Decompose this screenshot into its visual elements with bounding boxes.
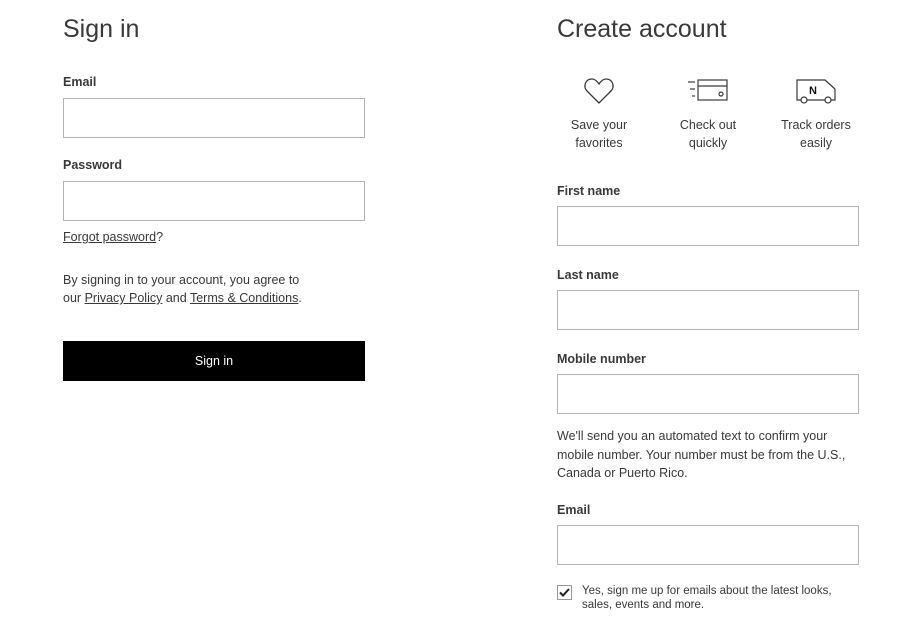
- benefit-line1: Track orders: [781, 118, 851, 132]
- agree-text: By signing in to your account, you agree…: [63, 271, 363, 307]
- forgot-password: Forgot password?: [63, 228, 163, 246]
- last-name-input[interactable]: [557, 290, 859, 330]
- delivery-truck-icon: N: [796, 79, 836, 104]
- terms-link[interactable]: Terms & Conditions: [190, 291, 298, 305]
- mobile-note: We'll send you an automated text to conf…: [557, 429, 846, 480]
- agree-period: .: [298, 291, 302, 305]
- checkmark-icon: [559, 588, 570, 597]
- newsletter-line2: sales, events and more.: [582, 599, 705, 611]
- newsletter-line1: Yes, sign me up for emails about the lat…: [582, 585, 832, 597]
- svg-text:N: N: [809, 85, 817, 97]
- privacy-policy-link[interactable]: Privacy Policy: [85, 291, 163, 305]
- agree-prefix: By signing in to your account, you agree…: [63, 273, 300, 287]
- newsletter-checkbox[interactable]: [557, 585, 572, 600]
- signin-email-input[interactable]: [63, 98, 365, 138]
- password-input[interactable]: [63, 181, 365, 221]
- agree-our: our: [63, 291, 82, 305]
- sign-in-button[interactable]: Sign in: [63, 341, 365, 381]
- benefit-line2: quickly: [688, 136, 728, 150]
- create-account-title: Create account: [557, 15, 727, 43]
- first-name-input[interactable]: [557, 206, 859, 246]
- create-email-input[interactable]: [557, 525, 859, 565]
- first-name-label: First name: [557, 184, 621, 198]
- benefit-checkout: Check out quickly: [653, 76, 763, 152]
- forgot-password-link[interactable]: Forgot password: [63, 230, 156, 244]
- heart-icon: [584, 78, 614, 104]
- mobile-label: Mobile number: [557, 352, 646, 366]
- benefit-line1: Save your: [570, 118, 628, 132]
- newsletter-text: Yes, sign me up for emails about the lat…: [582, 584, 832, 612]
- benefit-line2: easily: [800, 136, 832, 150]
- forgot-q: ?: [156, 230, 164, 244]
- agree-and: and: [165, 291, 187, 305]
- signin-title: Sign in: [63, 15, 140, 43]
- benefit-line2: favorites: [575, 136, 623, 150]
- password-label: Password: [63, 158, 123, 172]
- benefit-track: N Track orders easily: [761, 76, 871, 152]
- credit-card-icon: [688, 79, 728, 101]
- benefit-line1: Check out: [679, 118, 737, 132]
- create-email-label: Email: [557, 503, 591, 517]
- mobile-input[interactable]: [557, 374, 859, 414]
- benefit-favorites: Save your favorites: [544, 76, 654, 152]
- signin-email-label: Email: [63, 75, 97, 89]
- last-name-label: Last name: [557, 268, 619, 282]
